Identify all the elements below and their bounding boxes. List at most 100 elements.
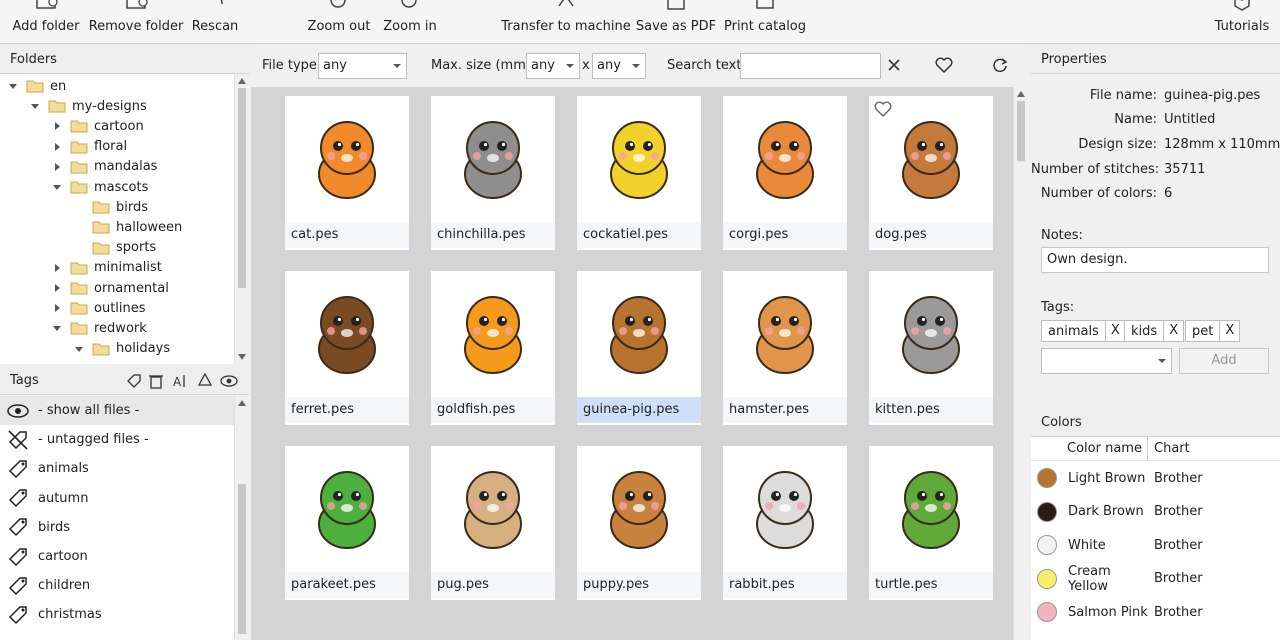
new-tag-icon[interactable] bbox=[126, 373, 142, 389]
file-grid[interactable]: cat.pes chinchilla.pes cockatiel.pes corgi.… bbox=[251, 87, 1013, 640]
folder-item[interactable]: cartoon bbox=[52, 116, 144, 136]
chevron-right-icon[interactable] bbox=[52, 263, 62, 273]
folder-item[interactable]: halloween bbox=[74, 217, 182, 237]
tags-list[interactable]: - show all files - - untagged files - anim… bbox=[0, 396, 234, 640]
tags-scrollbar[interactable] bbox=[234, 396, 249, 640]
refresh-icon[interactable] bbox=[992, 57, 1008, 73]
file-card[interactable]: guinea-pig.pes bbox=[577, 271, 701, 425]
grid-scrollbar[interactable] bbox=[1013, 87, 1028, 640]
zoom-out-button[interactable]: Zoom out bbox=[307, 0, 371, 44]
max-height-select[interactable]: any bbox=[592, 53, 646, 79]
transfer-to-machine-button[interactable]: Transfer to machine bbox=[501, 0, 631, 44]
chevron-right-icon[interactable] bbox=[74, 222, 84, 232]
tag-item[interactable]: animals bbox=[0, 454, 234, 483]
tags-scroll-up-icon[interactable] bbox=[238, 400, 246, 406]
add-tag-button[interactable]: Add bbox=[1179, 348, 1269, 374]
rename-tag-icon[interactable]: A bbox=[172, 373, 188, 389]
color-row[interactable]: Light Brown Brother bbox=[1031, 461, 1280, 495]
chevron-right-icon[interactable] bbox=[52, 121, 62, 131]
tag-item[interactable]: christmas bbox=[0, 600, 234, 629]
recycle-tag-icon[interactable] bbox=[196, 372, 214, 390]
folder-item[interactable]: holidays bbox=[74, 339, 170, 359]
search-input[interactable] bbox=[740, 53, 881, 79]
file-card[interactable]: goldfish.pes bbox=[431, 271, 555, 425]
color-row[interactable]: White Brother bbox=[1031, 528, 1280, 562]
add-folder-button[interactable]: Add folder bbox=[12, 0, 80, 44]
chevron-right-icon[interactable] bbox=[52, 283, 62, 293]
chevron-right-icon[interactable] bbox=[52, 142, 62, 152]
color-name-column[interactable]: Color name bbox=[1067, 441, 1142, 456]
delete-tag-icon[interactable] bbox=[149, 373, 163, 389]
chevron-right-icon[interactable] bbox=[74, 243, 84, 253]
file-type-select[interactable]: any bbox=[318, 53, 407, 79]
file-card[interactable]: turtle.pes bbox=[869, 446, 993, 600]
remove-tag-button[interactable]: X bbox=[1163, 321, 1183, 341]
chevron-down-icon[interactable] bbox=[52, 323, 62, 333]
file-card[interactable]: parakeet.pes bbox=[285, 446, 409, 600]
folder-item[interactable]: redwork bbox=[52, 318, 147, 338]
remove-tag-button[interactable]: X bbox=[1219, 321, 1239, 341]
file-card[interactable]: puppy.pes bbox=[577, 446, 701, 600]
grid-scroll-up-icon[interactable] bbox=[1017, 91, 1025, 97]
folder-item[interactable]: birds bbox=[74, 197, 148, 217]
folders-scrollbar[interactable] bbox=[234, 74, 249, 364]
notes-field[interactable]: Own design. bbox=[1041, 247, 1269, 273]
file-card[interactable]: corgi.pes bbox=[723, 96, 847, 250]
zoom-in-button[interactable]: Zoom in bbox=[382, 0, 438, 44]
clear-search-icon[interactable] bbox=[887, 58, 901, 72]
tag-item[interactable]: - untagged files - bbox=[0, 425, 234, 454]
file-card[interactable]: kitten.pes bbox=[869, 271, 993, 425]
folder-item[interactable]: floral bbox=[52, 137, 127, 157]
chevron-down-icon[interactable] bbox=[74, 344, 84, 354]
file-card[interactable]: rabbit.pes bbox=[723, 446, 847, 600]
view-tag-icon[interactable] bbox=[220, 374, 238, 388]
print-catalog-button[interactable]: Print catalog bbox=[724, 0, 806, 44]
grid-scroll-thumb[interactable] bbox=[1017, 101, 1025, 161]
remove-tag-button[interactable]: X bbox=[1104, 321, 1125, 341]
max-width-select[interactable]: any bbox=[526, 53, 580, 79]
scroll-down-icon[interactable] bbox=[238, 354, 246, 360]
file-card[interactable]: chinchilla.pes bbox=[431, 96, 555, 250]
color-row[interactable]: Cream Yellow Brother bbox=[1031, 562, 1280, 596]
folder-item[interactable]: mandalas bbox=[52, 157, 157, 177]
file-card[interactable]: cockatiel.pes bbox=[577, 96, 701, 250]
tag-item[interactable]: - show all files - bbox=[0, 396, 234, 425]
tags-scroll-thumb[interactable] bbox=[238, 484, 246, 634]
folder-item[interactable]: my-designs bbox=[30, 96, 147, 116]
chevron-right-icon[interactable] bbox=[74, 202, 84, 212]
file-card[interactable]: pug.pes bbox=[431, 446, 555, 600]
folder-item[interactable]: sports bbox=[74, 238, 156, 258]
file-card[interactable]: ferret.pes bbox=[285, 271, 409, 425]
folder-item[interactable]: outlines bbox=[52, 298, 146, 318]
tag-select[interactable] bbox=[1041, 348, 1172, 374]
folder-item[interactable]: en bbox=[8, 76, 66, 96]
rescan-button[interactable]: Rescan bbox=[192, 0, 238, 44]
folder-item[interactable]: minimalist bbox=[52, 258, 162, 278]
chevron-right-icon[interactable] bbox=[52, 162, 62, 172]
tag-item[interactable]: birds bbox=[0, 513, 234, 542]
file-card[interactable]: dog.pes bbox=[869, 96, 993, 250]
color-row[interactable]: Salmon Pink Brother bbox=[1031, 595, 1280, 629]
chevron-down-icon[interactable] bbox=[30, 101, 40, 111]
chevron-down-icon[interactable] bbox=[52, 182, 62, 192]
file-card[interactable]: cat.pes bbox=[285, 96, 409, 250]
folders-tree[interactable]: en my-designs cartoon floral mandalas mascots… bbox=[0, 74, 234, 364]
untagged-icon bbox=[8, 430, 28, 450]
chevron-right-icon[interactable] bbox=[52, 303, 62, 313]
chevron-down-icon[interactable] bbox=[8, 81, 18, 91]
remove-folder-button[interactable]: Remove folder bbox=[89, 0, 183, 44]
color-row[interactable]: Dark Brown Brother bbox=[1031, 495, 1280, 529]
save-as-pdf-button[interactable]: Save as PDF bbox=[636, 0, 716, 44]
folders-scroll-thumb[interactable] bbox=[238, 88, 246, 288]
folder-item[interactable]: ornamental bbox=[52, 278, 169, 298]
chart-column[interactable]: Chart bbox=[1154, 441, 1190, 456]
tutorials-button[interactable]: Tutorials bbox=[1214, 0, 1270, 44]
favorite-heart-icon[interactable] bbox=[873, 100, 893, 118]
tag-item[interactable]: autumn bbox=[0, 484, 234, 513]
folder-item[interactable]: mascots bbox=[52, 177, 148, 197]
tag-item[interactable]: children bbox=[0, 571, 234, 600]
tag-item[interactable]: cartoon bbox=[0, 542, 234, 571]
favorites-heart-icon[interactable] bbox=[935, 57, 953, 73]
scroll-up-icon[interactable] bbox=[238, 78, 246, 84]
file-card[interactable]: hamster.pes bbox=[723, 271, 847, 425]
